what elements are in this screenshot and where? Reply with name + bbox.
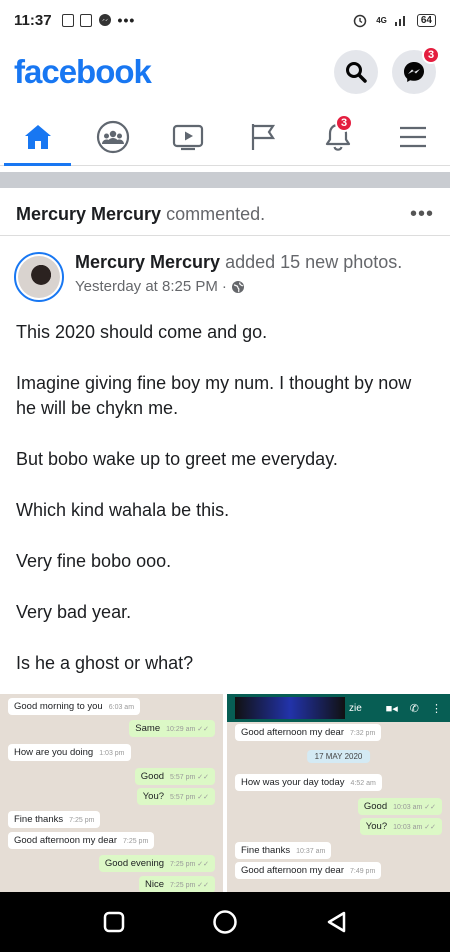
post-paragraph: Which kind wahala be this. xyxy=(16,500,230,520)
activity-actor[interactable]: Mercury Mercury xyxy=(16,204,161,225)
app-header: facebook 3 xyxy=(0,42,450,102)
chat-bubble: Fine thanks 10:37 am xyxy=(235,842,332,859)
chat-bubble: You? 10:03 am ✓✓ xyxy=(359,818,442,835)
post-timestamp[interactable]: Yesterday at 8:25 PM xyxy=(75,278,218,295)
chat-bubble: Same 10:29 am ✓✓ xyxy=(129,720,215,737)
photo-chat-screenshot-2[interactable]: zie ■◂ ✆ ⋮ Good afternoon my dear 7:32 pm… xyxy=(227,694,450,892)
battery-indicator: 64 xyxy=(416,13,436,27)
activity-header: Mercury Mercury commented. ••• xyxy=(0,194,450,236)
chat-bubble: How was your day today 4:52 am xyxy=(235,774,382,791)
pages-flag-icon xyxy=(251,123,275,150)
notifications-badge: 3 xyxy=(335,114,353,132)
notification-icon xyxy=(79,13,92,27)
post-paragraph: Imagine giving fine boy my num. I though… xyxy=(16,373,412,418)
feed-divider xyxy=(0,172,450,188)
status-time: 11:37 xyxy=(14,11,52,29)
messenger-badge: 3 xyxy=(422,46,440,64)
post-paragraph: Very bad year. xyxy=(16,602,132,622)
activity-action: commented. xyxy=(166,204,266,224)
home-icon xyxy=(24,124,51,149)
alarm-icon xyxy=(353,14,367,28)
chat-bubble: Good 5:57 pm ✓✓ xyxy=(134,768,215,785)
chat-bubble: Good afternoon my dear 7:49 pm xyxy=(235,862,382,879)
tab-pages[interactable] xyxy=(225,108,300,165)
redacted-contact xyxy=(235,697,345,719)
globe-icon xyxy=(231,280,244,293)
meta-separator: · xyxy=(221,278,227,295)
phone-icon: ✆ xyxy=(409,702,419,715)
recents-button-icon[interactable] xyxy=(103,911,125,933)
system-nav-bar xyxy=(0,892,450,952)
chat-bubble: Good 10:03 am ✓✓ xyxy=(357,798,442,815)
chat-bubble: Good evening 7:25 pm ✓✓ xyxy=(98,855,215,872)
video-call-icon: ■◂ xyxy=(385,702,398,715)
network-type: 4G xyxy=(376,15,387,25)
watch-video-icon xyxy=(172,124,203,150)
more-notifications-icon: ••• xyxy=(117,12,136,28)
post-paragraph: Is he a ghost or what? xyxy=(16,653,194,673)
groups-icon xyxy=(96,120,129,153)
post-meta: Yesterday at 8:25 PM · xyxy=(75,278,402,295)
messenger-button[interactable]: 3 xyxy=(392,46,440,94)
notification-icon xyxy=(61,13,74,27)
hamburger-menu-icon xyxy=(399,126,426,147)
tab-home[interactable] xyxy=(0,108,75,166)
post-author[interactable]: Mercury Mercury xyxy=(75,252,220,272)
chat-toolbar: zie ■◂ ✆ ⋮ xyxy=(227,694,450,722)
chat-bubble: Good morning to you 6:03 am xyxy=(8,698,141,715)
search-button[interactable] xyxy=(334,50,378,94)
post-action: added 15 new photos. xyxy=(225,252,403,272)
post-photos: Good morning to you 6:03 am Same 10:29 am … xyxy=(0,694,450,892)
post-paragraph: But bobo wake up to greet me everyday. xyxy=(16,449,338,469)
post-options-button[interactable]: ••• xyxy=(410,203,434,226)
search-icon xyxy=(346,62,367,83)
chat-bubble: Good afternoon my dear 7:25 pm xyxy=(8,832,155,849)
messenger-icon xyxy=(404,62,424,82)
main-nav-tabs: 3 xyxy=(0,108,450,166)
chat-bubble: Good afternoon my dear 7:32 pm xyxy=(235,724,382,741)
home-button-icon[interactable] xyxy=(212,909,238,935)
chat-bubble: How are you doing 1:03 pm xyxy=(8,744,131,761)
avatar[interactable] xyxy=(14,252,64,302)
status-bar: 11:37 ••• 4G 64 xyxy=(0,0,450,40)
photo-chat-screenshot-1[interactable]: Good morning to you 6:03 am Same 10:29 am … xyxy=(0,694,223,892)
chat-bubble: Nice 7:25 pm ✓✓ xyxy=(139,876,215,892)
tab-notifications[interactable]: 3 xyxy=(300,108,375,165)
contact-name-fragment: zie xyxy=(349,702,362,714)
avatar-image xyxy=(18,256,60,298)
chat-bubble: You? 5:57 pm ✓✓ xyxy=(136,788,215,805)
tab-menu[interactable] xyxy=(375,108,450,165)
tab-groups[interactable] xyxy=(75,108,150,165)
back-button-icon[interactable] xyxy=(325,910,347,934)
post-paragraph: This 2020 should come and go. xyxy=(16,322,268,342)
post-text: This 2020 should come and go. Imagine gi… xyxy=(16,320,436,702)
kebab-menu-icon: ⋮ xyxy=(431,702,442,715)
tab-watch[interactable] xyxy=(150,108,225,165)
post-header: Mercury Mercury added 15 new photos. Yes… xyxy=(14,252,444,308)
messenger-small-icon xyxy=(98,14,111,26)
signal-icon xyxy=(394,16,405,26)
facebook-logo[interactable]: facebook xyxy=(14,53,152,91)
post-title: Mercury Mercury added 15 new photos. xyxy=(75,252,402,273)
chat-bubble: Fine thanks 7:25 pm xyxy=(8,811,101,828)
status-notification-icons: ••• xyxy=(61,12,136,28)
chat-date-chip: 17 MAY 2020 xyxy=(306,750,371,763)
post-paragraph: Very fine bobo ooo. xyxy=(16,551,172,571)
